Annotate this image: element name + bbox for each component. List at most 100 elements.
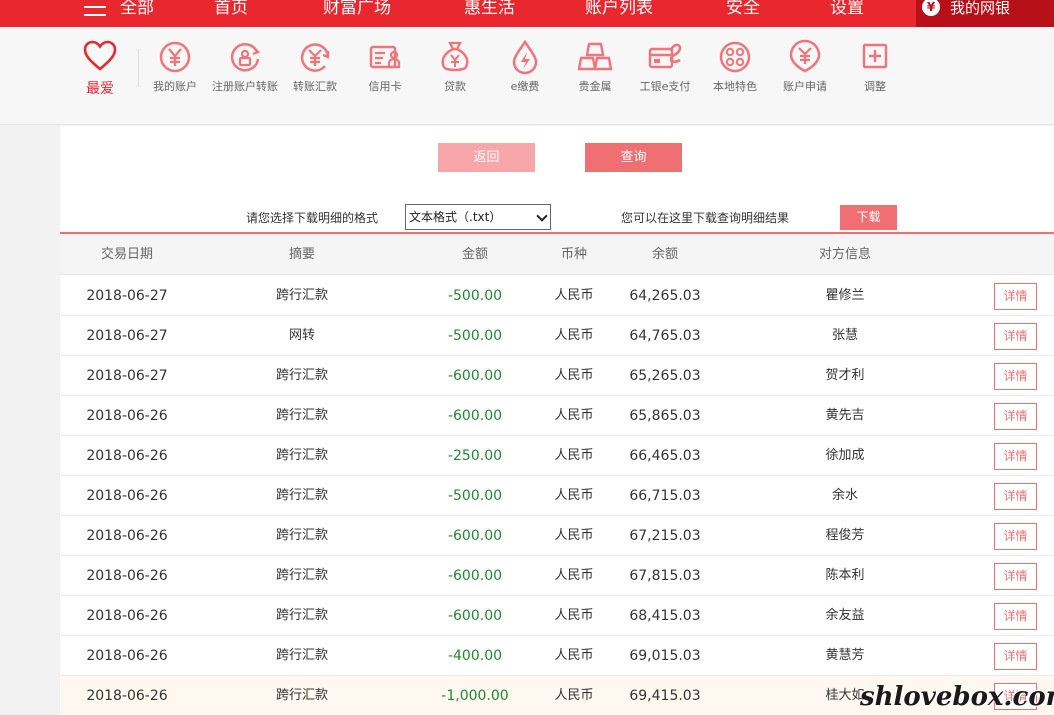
cell-balance: 66,465.03 — [629, 448, 701, 464]
table-row: 2018-06-26 跨行汇款 -600.00 人民币 67,815.03 陈本利 详情 — [60, 556, 1054, 596]
tool-label: 注册账户转账 — [212, 80, 278, 93]
menu-icon[interactable] — [84, 0, 106, 18]
tool-my-account[interactable]: 我的账户 — [142, 39, 208, 95]
tool-account-apply[interactable]: 账户申请 — [772, 39, 838, 95]
cell-counterparty: 张慧 — [831, 328, 858, 343]
header-balance: 余额 — [651, 247, 678, 262]
cell-counterparty: 瞿修兰 — [825, 288, 865, 303]
detail-button[interactable]: 详情 — [994, 643, 1037, 670]
download-hint: 您可以在这里下载查询明细结果 — [621, 211, 790, 225]
tool-transfer[interactable]: 转账汇款 — [282, 39, 348, 95]
cell-date: 2018-06-27 — [86, 328, 168, 344]
cell-date: 2018-06-26 — [86, 488, 168, 504]
cell-counterparty: 程俊芳 — [825, 528, 865, 543]
table-row: 2018-06-26 跨行汇款 -600.00 人民币 68,415.03 余友益 详情 — [60, 596, 1054, 636]
transaction-detail-panel: 返回 查询 请您选择下载明细的格式 文本格式（.txt） 您可以在这里下载查询明… — [60, 126, 1054, 715]
tool-label: 工银e支付 — [639, 80, 691, 93]
gold-bars-icon — [577, 42, 613, 71]
tool-label: 账户申请 — [783, 80, 827, 93]
cell-balance: 64,765.03 — [629, 328, 701, 344]
epay-card-icon — [648, 43, 682, 69]
watermark: shlovebox.com — [860, 682, 1054, 712]
cell-amount: -600.00 — [447, 528, 503, 544]
money-bag-icon — [441, 41, 469, 72]
query-button[interactable]: 查询 — [585, 143, 682, 172]
account-apply-icon — [789, 39, 821, 73]
cell-currency: 人民币 — [554, 368, 594, 383]
cell-currency: 人民币 — [554, 328, 594, 343]
detail-button[interactable]: 详情 — [994, 443, 1037, 470]
quick-toolbar: 最爱 我的账户 注册账户转账 转账汇款 信用卡 贷款 e缴费 贵金属 工银e支付… — [0, 27, 1054, 125]
tool-local-feature[interactable]: 本地特色 — [702, 39, 768, 95]
nav-settings[interactable]: 设置 — [830, 0, 864, 20]
tool-label: 本地特色 — [713, 80, 757, 93]
cell-balance: 66,715.03 — [629, 488, 701, 504]
cell-currency: 人民币 — [554, 288, 594, 303]
cell-summary: 跨行汇款 — [275, 408, 328, 423]
download-button[interactable]: 下载 — [840, 205, 897, 230]
detail-button[interactable]: 详情 — [994, 523, 1037, 550]
nav-security[interactable]: 安全 — [726, 0, 760, 20]
tool-label: 贷款 — [444, 80, 466, 93]
table-row: 2018-06-26 跨行汇款 -600.00 人民币 67,215.03 程俊芳 详情 — [60, 516, 1054, 556]
local-feature-icon — [719, 41, 751, 73]
register-transfer-icon — [230, 43, 261, 72]
tool-credit-card[interactable]: 信用卡 — [352, 39, 418, 95]
favorites-label: 最爱 — [86, 81, 114, 97]
cell-date: 2018-06-26 — [86, 448, 168, 464]
tool-loan[interactable]: 贷款 — [422, 39, 488, 95]
tool-e-payment[interactable]: e缴费 — [492, 39, 558, 95]
tool-precious-metal[interactable]: 贵金属 — [562, 39, 628, 95]
detail-button[interactable]: 详情 — [994, 363, 1037, 390]
favorites-button[interactable]: 最爱 — [80, 40, 120, 98]
tool-icbc-epay[interactable]: 工银e支付 — [632, 39, 698, 95]
nav-life[interactable]: 惠生活 — [464, 0, 515, 20]
payment-drop-icon — [512, 39, 538, 75]
tool-label: 转账汇款 — [293, 80, 337, 93]
cell-amount: -250.00 — [447, 448, 503, 464]
cell-amount: -500.00 — [447, 288, 503, 304]
table-row: 2018-06-26 跨行汇款 -500.00 人民币 66,715.03 余水 详情 — [60, 476, 1054, 516]
tool-adjust[interactable]: 调整 — [842, 39, 908, 95]
cell-counterparty: 黄慧芳 — [825, 648, 865, 663]
nav-home[interactable]: 首页 — [214, 0, 248, 20]
detail-button[interactable]: 详情 — [994, 403, 1037, 430]
cell-balance: 65,865.03 — [629, 408, 701, 424]
cell-balance: 64,265.03 — [629, 288, 701, 304]
nav-all[interactable]: 全部 — [120, 0, 154, 20]
detail-button[interactable]: 详情 — [994, 483, 1037, 510]
detail-button[interactable]: 详情 — [994, 283, 1037, 310]
nav-account-list[interactable]: 账户列表 — [585, 0, 653, 20]
cell-date: 2018-06-26 — [86, 608, 168, 624]
back-button[interactable]: 返回 — [438, 143, 535, 172]
cell-summary: 网转 — [288, 328, 315, 343]
cell-currency: 人民币 — [554, 688, 594, 703]
top-nav: 全部 首页 财富广场 惠生活 账户列表 安全 设置 ¥ 我的网银 — [0, 0, 1054, 27]
chevron-down-icon — [536, 210, 548, 222]
cell-balance: 69,415.03 — [629, 688, 701, 704]
cell-amount: -600.00 — [447, 568, 503, 584]
cell-amount: -500.00 — [447, 488, 503, 504]
cell-balance: 67,815.03 — [629, 568, 701, 584]
header-amount: 金额 — [461, 247, 488, 262]
detail-button[interactable]: 详情 — [994, 563, 1037, 590]
plus-box-icon — [862, 43, 888, 69]
cell-currency: 人民币 — [554, 528, 594, 543]
table-row: 2018-06-27 跨行汇款 -500.00 人民币 64,265.03 瞿修兰 详情 — [60, 276, 1054, 316]
tool-register-transfer[interactable]: 注册账户转账 — [212, 39, 278, 95]
download-format-select[interactable]: 文本格式（.txt） — [405, 204, 551, 230]
my-ebank-button[interactable]: ¥ 我的网银 — [916, 0, 1054, 27]
detail-button[interactable]: 详情 — [994, 603, 1037, 630]
tool-label: e缴费 — [510, 80, 540, 93]
nav-wealth-square[interactable]: 财富广场 — [323, 0, 391, 20]
cell-date: 2018-06-26 — [86, 528, 168, 544]
tool-label: 我的账户 — [153, 80, 197, 93]
cell-date: 2018-06-26 — [86, 648, 168, 664]
cell-summary: 跨行汇款 — [275, 488, 328, 503]
detail-button[interactable]: 详情 — [994, 323, 1037, 350]
table-row: 2018-06-26 跨行汇款 -250.00 人民币 66,465.03 徐加成 详情 — [60, 436, 1054, 476]
cell-summary: 跨行汇款 — [275, 608, 328, 623]
cell-amount: -600.00 — [447, 408, 503, 424]
cell-balance: 68,415.03 — [629, 608, 701, 624]
cell-date: 2018-06-27 — [86, 288, 168, 304]
